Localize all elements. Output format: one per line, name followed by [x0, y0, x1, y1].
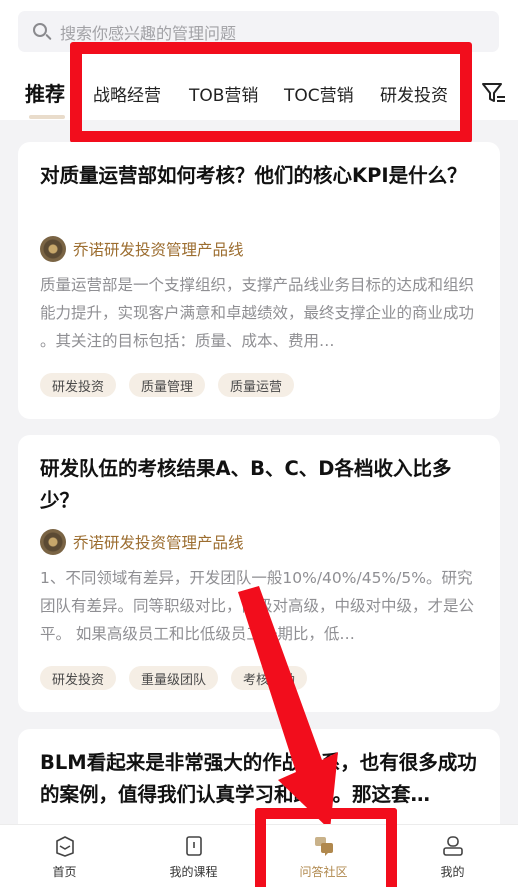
home-icon [55, 836, 74, 857]
answer-excerpt: 1、不同领域有差异，开发团队一般10%/40%/45%/5%。研究团队有差异。同… [40, 569, 475, 643]
search-icon [32, 22, 52, 42]
tag[interactable]: 质量管理 [129, 373, 206, 397]
author-row[interactable]: 乔诺研发投资管理产品线 [40, 236, 244, 262]
question-title[interactable]: BLM看起来是非常强大的作战体系，也有很多成功的案例，值得我们认真学习和践行。那… [40, 747, 480, 811]
tab-recommend[interactable]: 推荐 [25, 78, 65, 107]
annotation-highlight-tabs [70, 42, 472, 143]
answer-excerpt: 质量运营部是一个支撑组织，支撑产品线业务目标的达成和组织能力提升，实现客户满意和… [40, 276, 475, 350]
tag[interactable]: 质量运营 [218, 373, 295, 397]
author-name: 乔诺研发投资管理产品线 [73, 534, 244, 552]
question-title[interactable]: 对质量运营部如何考核？他们的核心KPI是什么？ [40, 160, 480, 192]
tag[interactable]: 考核激励 [231, 666, 308, 690]
tag[interactable]: 研发投资 [40, 373, 117, 397]
nav-profile-label: 我的 [440, 865, 465, 879]
author-row[interactable]: 乔诺研发投资管理产品线 [40, 529, 244, 555]
question-card[interactable]: 研发队伍的考核结果A、B、C、D各档收入比多少？ 乔诺研发投资管理产品线 1、不… [18, 435, 500, 712]
nav-home[interactable]: 首页 [0, 825, 129, 887]
nav-my-courses[interactable]: 我的课程 [129, 825, 258, 887]
author-name: 乔诺研发投资管理产品线 [73, 241, 244, 259]
tag-list: 研发投资 质量管理 质量运营 [40, 373, 307, 397]
annotation-highlight-community [255, 808, 397, 887]
nav-home-label: 首页 [52, 865, 77, 879]
book-icon [185, 836, 202, 856]
avatar [40, 529, 66, 555]
question-card[interactable]: 对质量运营部如何考核？他们的核心KPI是什么？ 乔诺研发投资管理产品线 质量运营… [18, 142, 500, 419]
tag[interactable]: 研发投资 [40, 666, 117, 690]
search-placeholder: 搜索你感兴趣的管理问题 [60, 23, 237, 43]
avatar [40, 236, 66, 262]
person-icon [442, 836, 463, 856]
active-tab-indicator [29, 115, 65, 119]
nav-profile[interactable]: 我的 [388, 825, 517, 887]
nav-my-courses-label: 我的课程 [169, 865, 218, 879]
tag[interactable]: 重量级团队 [129, 666, 219, 690]
tag-list: 研发投资 重量级团队 考核激励 [40, 666, 320, 690]
filter-icon[interactable] [480, 80, 506, 106]
question-title[interactable]: 研发队伍的考核结果A、B、C、D各档收入比多少？ [40, 453, 480, 517]
